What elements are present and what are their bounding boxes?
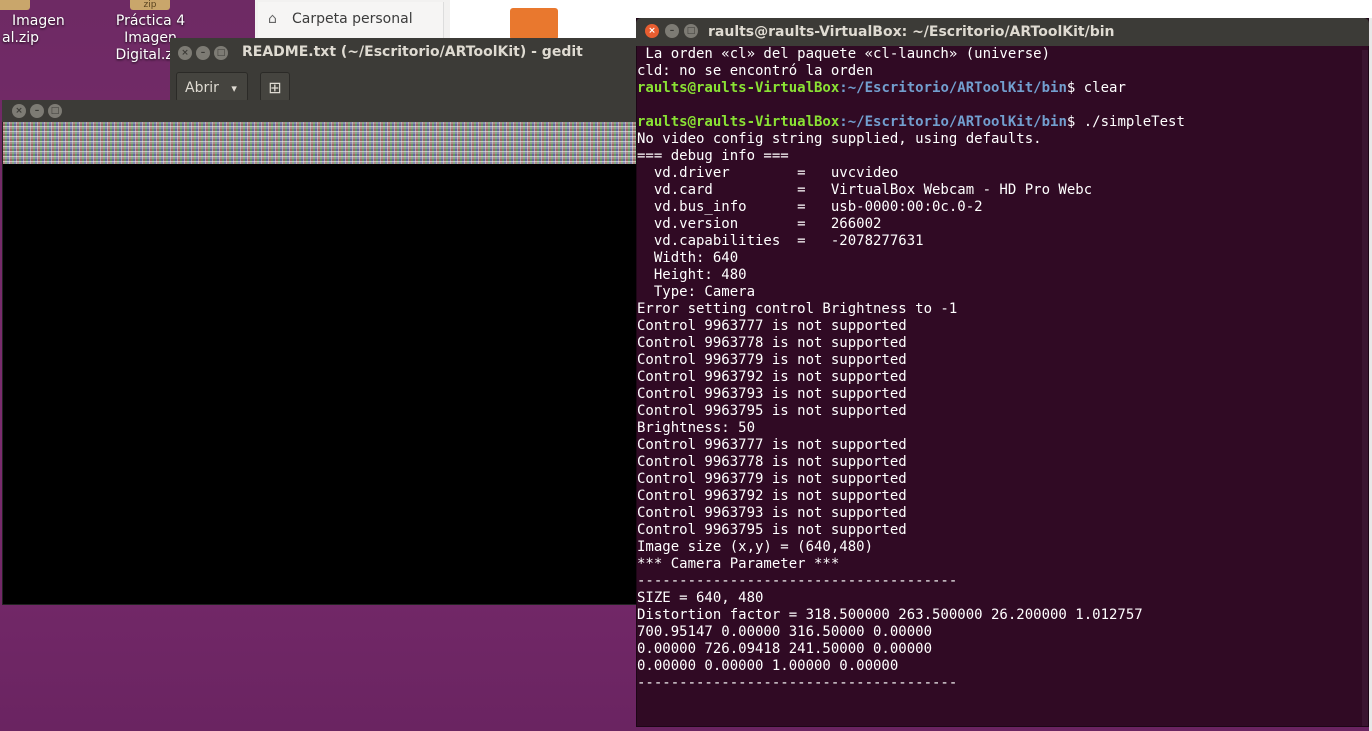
terminal-line: Control 9963779 is not supported bbox=[637, 352, 907, 368]
terminal-line: vd.bus_info = usb-0000:00:0c.0-2 bbox=[637, 199, 983, 215]
terminal-line: Control 9963778 is not supported bbox=[637, 335, 907, 351]
video-window bbox=[2, 100, 650, 605]
terminal-title: raults@raults-VirtualBox: ~/Escritorio/A… bbox=[708, 24, 1115, 40]
terminal-line: Error setting control Brightness to -1 bbox=[637, 301, 958, 317]
minimize-icon[interactable]: – bbox=[665, 24, 679, 38]
prompt-path: :~/Escritorio/ARToolKit/bin bbox=[839, 114, 1067, 130]
terminal-line: Control 9963777 is not supported bbox=[637, 318, 907, 334]
maximize-icon[interactable]: □ bbox=[214, 46, 228, 60]
video-window-titlebar[interactable] bbox=[2, 100, 650, 122]
terminal-output[interactable]: La orden «cl» del paquete «cl-launch» (u… bbox=[637, 46, 1365, 726]
maximize-icon[interactable]: □ bbox=[684, 24, 698, 38]
prompt-user: raults@raults-VirtualBox bbox=[637, 114, 840, 130]
prompt-user: raults@raults-VirtualBox bbox=[637, 80, 840, 96]
terminal-line: Control 9963793 is not supported bbox=[637, 386, 907, 402]
terminal-line: -------------------------------------- bbox=[637, 675, 958, 691]
zip-file-icon[interactable]: zip bbox=[130, 0, 170, 10]
background-window-strip bbox=[650, 0, 1372, 18]
close-icon[interactable]: × bbox=[645, 24, 659, 38]
sidebar-item-home[interactable]: ⌂ Carpeta personal bbox=[268, 11, 413, 27]
terminal-line: vd.capabilities = -2078277631 bbox=[637, 233, 924, 249]
video-noise-frame bbox=[3, 122, 650, 164]
terminal-line: Height: 480 bbox=[637, 267, 747, 283]
terminal-line: vd.driver = uvcvideo bbox=[637, 165, 899, 181]
terminal-line: -------------------------------------- bbox=[637, 573, 958, 589]
maximize-icon[interactable]: □ bbox=[48, 104, 62, 118]
terminal-line: === debug info === bbox=[637, 148, 789, 164]
terminal-line: 0.00000 726.09418 241.50000 0.00000 bbox=[637, 641, 933, 657]
terminal-line: cld: no se encontró la orden bbox=[637, 63, 874, 79]
new-tab-button[interactable]: ⊞ bbox=[260, 72, 290, 102]
terminal-line: vd.card = VirtualBox Webcam - HD Pro Web… bbox=[637, 182, 1093, 198]
terminal-line: Image size (x,y) = (640,480) bbox=[637, 539, 874, 555]
desktop-icon-label-1[interactable]: Imagen al.zip bbox=[2, 13, 65, 47]
terminal-line: Control 9963792 is not supported bbox=[637, 488, 907, 504]
terminal-line: La orden «cl» del paquete «cl-launch» (u… bbox=[637, 46, 1051, 62]
minimize-icon[interactable]: – bbox=[196, 46, 210, 60]
terminal-line: Distortion factor = 318.500000 263.50000… bbox=[637, 607, 1143, 623]
terminal-line: Control 9963778 is not supported bbox=[637, 454, 907, 470]
terminal-line: Control 9963777 is not supported bbox=[637, 437, 907, 453]
prompt-command: $ clear bbox=[1066, 80, 1126, 96]
home-icon: ⌂ bbox=[268, 11, 277, 27]
close-icon[interactable]: × bbox=[12, 104, 26, 118]
terminal-line: Control 9963779 is not supported bbox=[637, 471, 907, 487]
terminal-line: 700.95147 0.00000 316.50000 0.00000 bbox=[637, 624, 933, 640]
terminal-line: Control 9963792 is not supported bbox=[637, 369, 907, 385]
close-icon[interactable]: × bbox=[178, 46, 192, 60]
terminal-line: Width: 640 bbox=[637, 250, 739, 266]
terminal-scrollbar[interactable] bbox=[1362, 50, 1368, 726]
prompt-command: $ ./simpleTest bbox=[1066, 114, 1185, 130]
terminal-line: 0.00000 0.00000 1.00000 0.00000 bbox=[637, 658, 899, 674]
minimize-icon[interactable]: – bbox=[30, 104, 44, 118]
terminal-line: *** Camera Parameter *** bbox=[637, 556, 840, 572]
terminal-line: Brightness: 50 bbox=[637, 420, 756, 436]
terminal-line: Type: Camera bbox=[637, 284, 756, 300]
zip-file-icon[interactable] bbox=[0, 0, 30, 10]
terminal-line: Control 9963793 is not supported bbox=[637, 505, 907, 521]
open-button[interactable]: Abrir ▾ bbox=[176, 72, 248, 102]
folder-icon[interactable] bbox=[510, 8, 558, 40]
terminal-line: vd.version = 266002 bbox=[637, 216, 882, 232]
terminal-line: raults@raults-VirtualBox:~/Escritorio/AR… bbox=[637, 114, 1365, 131]
chevron-down-icon: ▾ bbox=[231, 82, 237, 95]
prompt-path: :~/Escritorio/ARToolKit/bin bbox=[839, 80, 1067, 96]
terminal-line: SIZE = 640, 480 bbox=[637, 590, 764, 606]
terminal-line: raults@raults-VirtualBox:~/Escritorio/AR… bbox=[637, 80, 1365, 97]
terminal-line: Control 9963795 is not supported bbox=[637, 403, 907, 419]
terminal-line: Control 9963795 is not supported bbox=[637, 522, 907, 538]
gedit-title: README.txt (~/Escritorio/ARToolKit) - ge… bbox=[242, 44, 583, 60]
terminal-line: No video config string supplied, using d… bbox=[637, 131, 1042, 147]
